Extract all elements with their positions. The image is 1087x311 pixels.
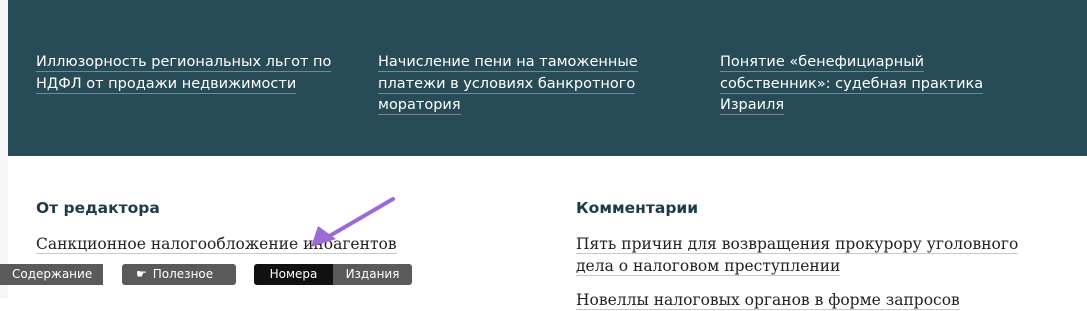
comment-article-link-2-text[interactable]: Новеллы налоговых органов в форме запрос… xyxy=(576,291,960,310)
issues-editions-toggle: Номера Издания xyxy=(254,264,412,285)
featured-article-2-link[interactable]: Начисление пени на таможенные платежи в … xyxy=(378,54,638,115)
editor-article-link-text[interactable]: Санкционное налогообложение иноагентов xyxy=(36,235,397,254)
comment-article-link-1-text[interactable]: Пять причин для возвращения прокурору уг… xyxy=(576,235,1019,276)
useful-button-label: Полезное xyxy=(152,267,214,281)
featured-article-1-link[interactable]: Иллюзорность региональных льгот по НДФЛ … xyxy=(36,54,332,94)
editor-article-link[interactable]: Санкционное налогообложение иноагентов xyxy=(36,233,436,255)
editions-tab[interactable]: Издания xyxy=(333,264,412,285)
contents-button[interactable]: Содержание xyxy=(0,264,103,285)
editor-section-title: От редактора xyxy=(36,199,160,217)
comments-section-title: Комментарии xyxy=(576,199,699,217)
pointing-hand-icon: ☛ xyxy=(136,267,147,281)
comment-article-link-1[interactable]: Пять причин для возвращения прокурору уг… xyxy=(576,233,1056,277)
left-gutter xyxy=(0,0,8,298)
featured-article-1[interactable]: Иллюзорность региональных льгот по НДФЛ … xyxy=(36,52,341,95)
featured-article-3-link[interactable]: Понятие «бенефициарный собственник»: суд… xyxy=(720,54,984,115)
comment-article-link-2[interactable]: Новеллы налоговых органов в форме запрос… xyxy=(576,289,1056,311)
featured-article-2[interactable]: Начисление пени на таможенные платежи в … xyxy=(378,52,658,117)
useful-button[interactable]: ☛ Полезное xyxy=(122,264,236,285)
issues-tab[interactable]: Номера xyxy=(254,264,333,285)
featured-article-3[interactable]: Понятие «бенефициарный собственник»: суд… xyxy=(720,52,1005,117)
